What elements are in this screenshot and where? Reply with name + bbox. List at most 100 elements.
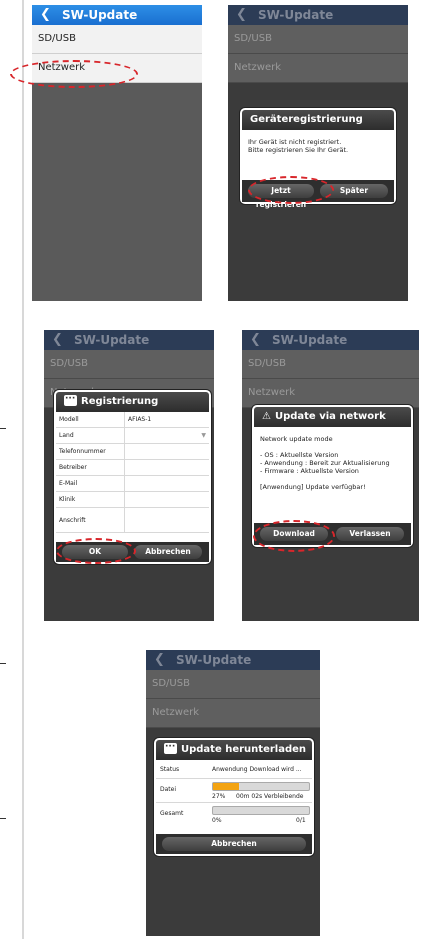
cancel-button[interactable]: Abbrechen xyxy=(134,545,202,559)
field-label: Anschrift xyxy=(56,507,125,533)
field-label: Land xyxy=(56,427,125,444)
title-text: SW-Update xyxy=(74,333,150,347)
back-chevron-icon[interactable]: ❮ xyxy=(154,650,165,670)
screen-update-via-network: ❮ SW-Update SD/USB Netzwerk ⚠ Update via … xyxy=(242,330,419,621)
chat-icon xyxy=(164,737,177,757)
register-now-button[interactable]: Jetzt registrieren xyxy=(248,184,314,209)
dialog-footer: Abbrechen xyxy=(156,834,312,854)
menu-list: SD/USB Netzwerk xyxy=(32,25,202,83)
menu-item-sd-usb: SD/USB xyxy=(228,25,408,54)
back-chevron-icon[interactable]: ❮ xyxy=(236,5,247,25)
field-row: Betreiber xyxy=(56,459,209,476)
total-percent: 0% xyxy=(212,817,222,824)
status-line-os: - OS : Aktuellste Version xyxy=(260,451,339,459)
title-text: SW-Update xyxy=(62,8,138,22)
message-line: Bitte registrieren Sie Ihr Gerät. xyxy=(248,146,349,154)
status-line-application: - Anwendung : Bereit zur Aktualisierung xyxy=(260,459,390,467)
total-progress-bar xyxy=(212,806,310,815)
title-bar: ❮ SW-Update xyxy=(44,330,214,350)
dialog-title: Geräteregistrierung xyxy=(242,110,394,130)
menu-list: SD/USB Netzwerk xyxy=(242,350,419,408)
download-dialog: Update herunterladen Status Anwendung Do… xyxy=(154,737,314,856)
address-input[interactable] xyxy=(124,507,209,533)
field-row: Modell AFIAS-1 xyxy=(56,412,209,428)
registration-dialog: Registrierung ModellAFIAS-1 Land ▼ Telefo… xyxy=(54,389,211,564)
update-available-text: [Anwendung] Update verfügbar! xyxy=(260,483,366,491)
message-line: Ihr Gerät ist nicht registriert. xyxy=(248,138,342,146)
field-label: Telefonnummer xyxy=(56,443,125,460)
title-bar: ❮ SW-Update xyxy=(228,5,408,25)
back-chevron-icon[interactable]: ❮ xyxy=(52,330,63,350)
dialog-title-text: Update herunterladen xyxy=(181,744,307,755)
title-text: SW-Update xyxy=(176,653,252,667)
ok-button[interactable]: OK xyxy=(62,545,128,559)
warning-icon: ⚠ xyxy=(262,411,271,422)
menu-item-netzwerk: Netzwerk xyxy=(146,699,320,728)
dialog-footer: Download Verlassen xyxy=(254,523,411,545)
update-via-network-dialog: ⚠ Update via network Network update mode … xyxy=(252,405,413,547)
field-label: Klinik xyxy=(56,491,125,508)
later-button[interactable]: Später xyxy=(320,184,388,198)
field-label: Betreiber xyxy=(56,459,125,476)
dialog-title: Registrierung xyxy=(56,389,209,412)
dialog-title: ⚠ Update via network xyxy=(254,407,411,427)
title-text: SW-Update xyxy=(272,333,348,347)
screen-download-progress: ❮ SW-Update SD/USB Netzwerk Update herun… xyxy=(146,650,320,936)
dialog-message: Network update mode - OS : Aktuellste Ve… xyxy=(254,427,411,499)
field-row: Klinik xyxy=(56,491,209,508)
leave-button[interactable]: Verlassen xyxy=(336,527,404,541)
title-bar: ❮ SW-Update xyxy=(242,330,419,350)
dialog-message: Ihr Gerät ist nicht registriert. Bitte r… xyxy=(242,130,394,162)
dialog-title-text: Registrierung xyxy=(81,396,159,407)
title-bar: ❮ SW-Update xyxy=(146,650,320,670)
clinic-input[interactable] xyxy=(124,491,209,508)
title-text: SW-Update xyxy=(258,8,334,22)
screen-sw-update-menu: ❮ SW-Update SD/USB Netzwerk xyxy=(32,5,202,301)
dialog-footer: OK Abbrechen xyxy=(56,542,209,562)
download-status-table: Status Anwendung Download wird ... Datei… xyxy=(156,764,312,832)
phone-input[interactable] xyxy=(124,443,209,460)
dialog-title-text: Update via network xyxy=(274,411,386,422)
status-line-firmware: - Firmware : Aktuellste Version xyxy=(260,467,359,475)
title-bar: ❮ SW-Update xyxy=(32,5,202,25)
menu-list: SD/USB Netzwerk xyxy=(228,25,408,83)
device-registration-dialog: Geräteregistrierung Ihr Gerät ist nicht … xyxy=(240,108,396,209)
status-value: Anwendung Download wird ... xyxy=(212,766,302,773)
menu-item-sd-usb[interactable]: SD/USB xyxy=(32,25,202,54)
field-label: Modell xyxy=(56,412,125,428)
total-count: 0/1 xyxy=(296,817,306,824)
field-row: Land ▼ xyxy=(56,427,209,444)
file-progress-fill xyxy=(213,783,239,790)
left-margin-line xyxy=(22,0,24,939)
field-row: E-Mail xyxy=(56,475,209,492)
dialog-title: Update herunterladen xyxy=(156,737,312,760)
dropdown-arrow-icon: ▼ xyxy=(201,432,206,439)
dialog-footer: Jetzt registrieren Später xyxy=(242,180,394,209)
menu-item-sd-usb: SD/USB xyxy=(44,350,214,379)
file-percent: 27% xyxy=(212,793,226,800)
margin-mark xyxy=(0,818,6,819)
margin-mark xyxy=(0,663,6,664)
menu-list: SD/USB Netzwerk xyxy=(146,670,320,728)
email-input[interactable] xyxy=(124,475,209,492)
download-button[interactable]: Download xyxy=(260,527,328,541)
total-label: Gesamt xyxy=(160,810,184,817)
registration-fields: Modell AFIAS-1 Land ▼ Telefonnummer Betrei… xyxy=(56,412,209,533)
back-chevron-icon[interactable]: ❮ xyxy=(250,330,261,350)
status-label: Status xyxy=(160,766,180,773)
menu-item-sd-usb: SD/USB xyxy=(146,670,320,699)
menu-item-sd-usb: SD/USB xyxy=(242,350,419,379)
file-remaining: 00m 02s Verbleibende xyxy=(236,793,304,800)
cancel-download-button[interactable]: Abbrechen xyxy=(162,837,306,851)
field-label: E-Mail xyxy=(56,475,125,492)
menu-item-netzwerk[interactable]: Netzwerk xyxy=(32,54,202,83)
operator-input[interactable] xyxy=(124,459,209,476)
file-progress-bar xyxy=(212,782,310,791)
back-chevron-icon[interactable]: ❮ xyxy=(40,5,51,25)
country-select[interactable]: ▼ xyxy=(124,427,209,444)
screen-registration-prompt: ❮ SW-Update SD/USB Netzwerk Geräteregist… xyxy=(228,5,408,301)
screen-registration-form: ❮ SW-Update SD/USB Netzwerk Registrierun… xyxy=(44,330,214,621)
menu-item-netzwerk: Netzwerk xyxy=(228,54,408,83)
chat-icon xyxy=(64,389,77,409)
model-value: AFIAS-1 xyxy=(124,412,209,428)
